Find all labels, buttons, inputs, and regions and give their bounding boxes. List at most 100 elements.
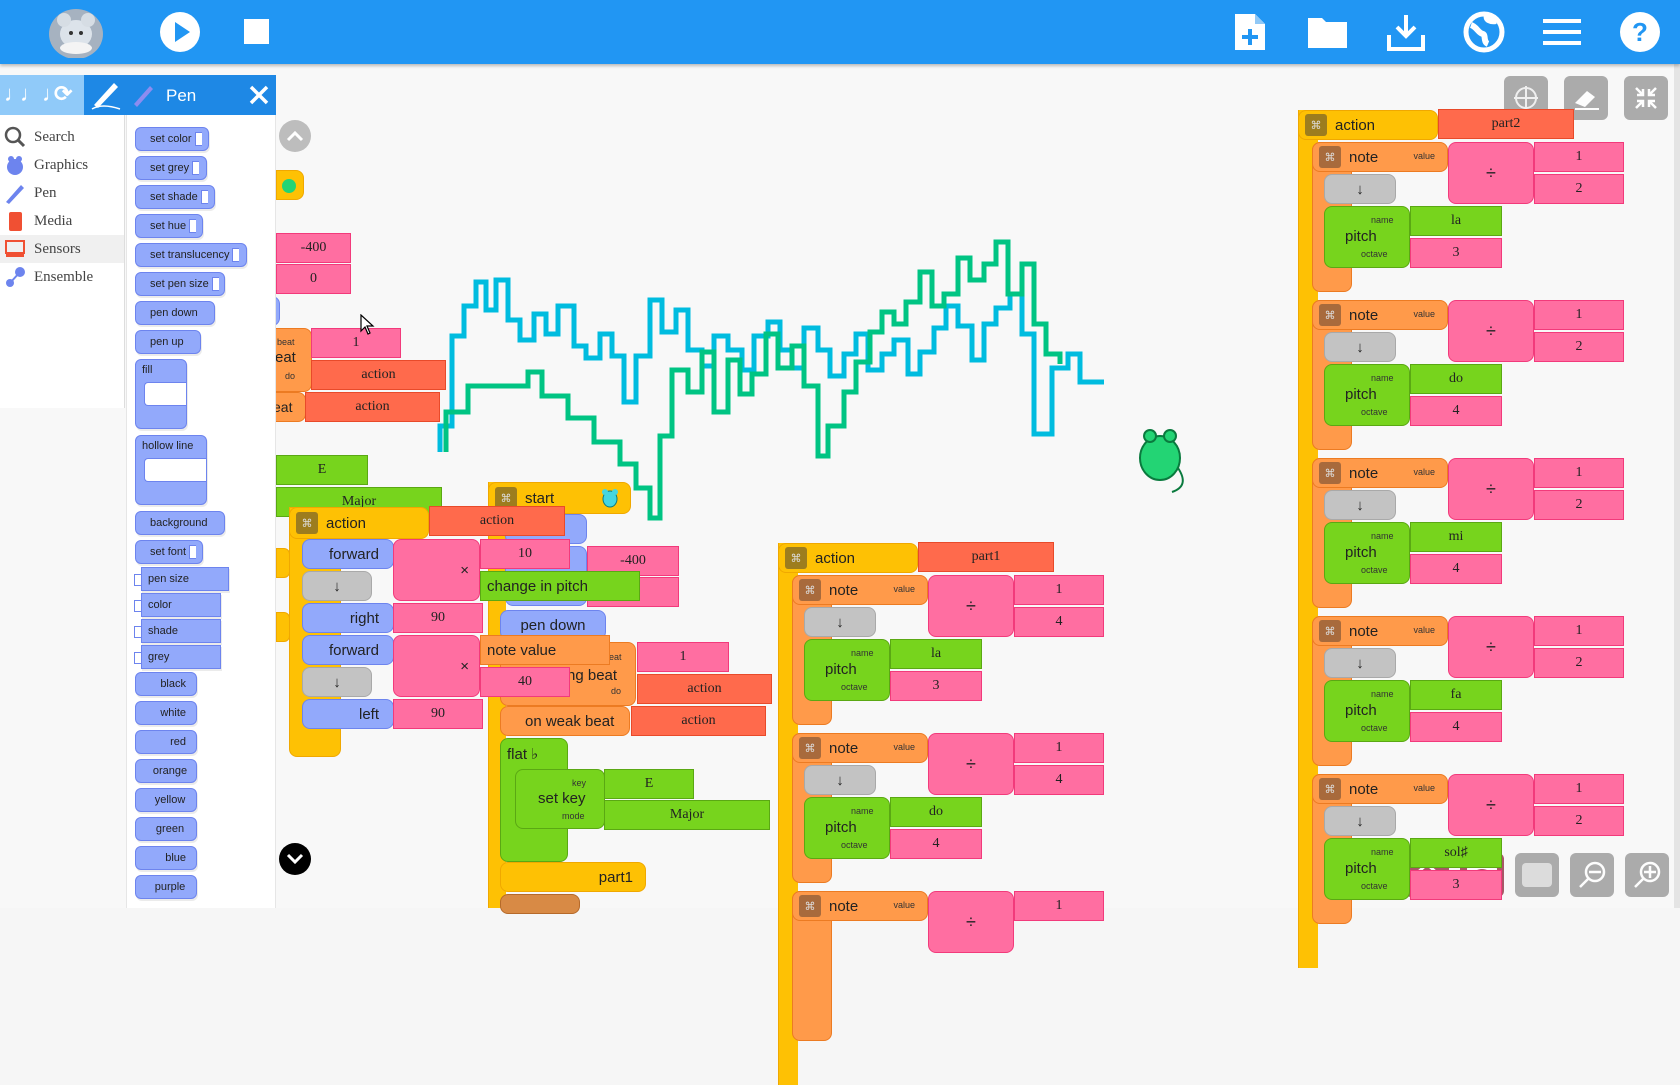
denominator-value[interactable]: 2 xyxy=(1534,806,1624,836)
collapse-icon[interactable]: ⌘ xyxy=(799,895,821,917)
action-name[interactable]: part1 xyxy=(918,542,1054,572)
set-key-block[interactable]: key set key mode xyxy=(515,769,605,829)
denominator-value[interactable]: 2 xyxy=(1534,174,1624,204)
octave-value[interactable]: 3 xyxy=(1410,238,1502,268)
octave-value[interactable]: 4 xyxy=(1410,712,1502,742)
action-name[interactable]: part2 xyxy=(1438,109,1574,139)
octave-value[interactable]: 3 xyxy=(890,671,982,701)
value-block[interactable]: 40 xyxy=(480,667,570,697)
numerator-value[interactable]: 1 xyxy=(1534,458,1624,488)
pitch-block[interactable]: name pitch octave xyxy=(1324,838,1410,900)
hidden-block[interactable]: ↓ xyxy=(302,571,372,601)
hidden-block[interactable]: ↓ xyxy=(804,607,876,637)
collapse-icon[interactable]: ⌘ xyxy=(296,512,318,534)
category-pen[interactable]: Pen xyxy=(0,179,124,207)
mouse-logo[interactable] xyxy=(48,4,104,60)
note-block[interactable]: ⌘ note value xyxy=(792,575,928,605)
collapse-icon[interactable]: ⌘ xyxy=(1319,304,1341,326)
palette-tab-art[interactable] xyxy=(84,75,126,115)
category-ensemble[interactable]: Ensemble xyxy=(0,263,124,291)
denominator-value[interactable]: 4 xyxy=(1014,765,1104,795)
value-block[interactable]: 90 xyxy=(393,603,483,633)
palette-block-set-color[interactable]: set color xyxy=(135,127,209,151)
action-block[interactable]: ⌘ action xyxy=(289,507,429,539)
octave-value[interactable]: 4 xyxy=(890,829,982,859)
note-block[interactable]: ⌘ note value xyxy=(792,891,928,921)
on-weak-beat-block[interactable]: on weak beat xyxy=(500,706,630,736)
hidden-block[interactable]: ↓ xyxy=(804,765,876,795)
palette-block-pen-down[interactable]: pen down xyxy=(135,301,215,325)
palette-block-set-pen-size[interactable]: set pen size xyxy=(135,272,225,296)
hidden-block[interactable]: ↓ xyxy=(1324,490,1396,520)
numerator-value[interactable]: 1 xyxy=(1534,142,1624,172)
palette-block-grey[interactable]: grey xyxy=(134,645,221,669)
palette-tab-music[interactable]: ♩ ♩♩ ⟳ xyxy=(0,75,84,115)
change-in-pitch-block[interactable]: change in pitch xyxy=(480,571,640,601)
collapse-icon[interactable]: ⌘ xyxy=(1305,114,1327,136)
pitch-block[interactable]: name pitch octave xyxy=(804,797,890,859)
category-sensors[interactable]: Sensors xyxy=(0,235,124,263)
divide-block[interactable]: ÷ xyxy=(928,891,1014,953)
palette-block-set-hue[interactable]: set hue xyxy=(135,214,203,238)
palette-block-background[interactable]: background xyxy=(135,511,225,535)
palette-block-red[interactable]: red xyxy=(135,730,197,754)
action-name[interactable]: action xyxy=(631,706,766,736)
note-value-block[interactable]: note value xyxy=(480,635,610,665)
collapse-icon[interactable]: ⌘ xyxy=(1319,620,1341,642)
palette-block-set-shade[interactable]: set shade xyxy=(135,185,215,209)
collapse-icon[interactable]: ⌘ xyxy=(1319,462,1341,484)
note-block[interactable]: ⌘ note value xyxy=(1312,142,1448,172)
pitch-block[interactable]: name pitch octave xyxy=(1324,364,1410,426)
on-weak-beat-block-partial[interactable]: eat xyxy=(272,392,306,422)
numerator-value[interactable]: 1 xyxy=(1534,774,1624,804)
collapse-icon[interactable]: ⌘ xyxy=(799,737,821,759)
do-action-block[interactable]: part1 xyxy=(500,862,646,892)
beat-value[interactable]: 1 xyxy=(311,328,401,358)
action-block[interactable]: ⌘ action xyxy=(1298,110,1438,140)
partial-start-block[interactable] xyxy=(276,170,304,200)
hidden-block[interactable]: ↓ xyxy=(1324,806,1396,836)
denominator-value[interactable]: 4 xyxy=(1014,607,1104,637)
pitch-name-value[interactable]: do xyxy=(890,797,982,827)
palette-block-shade[interactable]: shade xyxy=(134,619,221,643)
numerator-value[interactable]: 1 xyxy=(1014,891,1104,921)
pitch-name-value[interactable]: sol♯ xyxy=(1410,838,1502,868)
divide-block[interactable]: ÷ xyxy=(1448,458,1534,520)
palette-block-black[interactable]: black xyxy=(135,672,197,696)
menu-button[interactable] xyxy=(1538,8,1586,56)
pitch-block[interactable]: name pitch octave xyxy=(1324,680,1410,742)
action-name[interactable]: action xyxy=(305,392,440,422)
palette-block-fill[interactable]: fill xyxy=(135,359,187,429)
palette-block-pen-up[interactable]: pen up xyxy=(135,330,201,354)
denominator-value[interactable]: 2 xyxy=(1534,648,1624,678)
note-block[interactable]: ⌘ note value xyxy=(792,733,928,763)
divide-block[interactable]: ÷ xyxy=(1448,300,1534,362)
collapse-icon[interactable]: ⌘ xyxy=(1319,146,1341,168)
new-project-button[interactable] xyxy=(1226,8,1274,56)
divide-block[interactable]: ÷ xyxy=(928,575,1014,637)
palette-block-yellow[interactable]: yellow xyxy=(135,788,197,812)
note-block[interactable]: ⌘ note value xyxy=(1312,458,1448,488)
value-block[interactable]: 10 xyxy=(480,539,570,569)
multiply-block[interactable]: × xyxy=(393,635,480,697)
value-block[interactable]: 90 xyxy=(393,699,483,729)
pitch-block[interactable]: name pitch octave xyxy=(1324,522,1410,584)
category-media[interactable]: Media xyxy=(0,207,124,235)
divide-block[interactable]: ÷ xyxy=(928,733,1014,795)
multiply-block[interactable]: × xyxy=(393,539,480,601)
category-search[interactable]: Search xyxy=(0,123,124,151)
denominator-value[interactable]: 2 xyxy=(1534,332,1624,362)
octave-value[interactable]: 4 xyxy=(1410,554,1502,584)
collapse-icon[interactable]: ⌘ xyxy=(1319,778,1341,800)
hidden-block[interactable]: ↓ xyxy=(1324,174,1396,204)
forward-block[interactable]: forward xyxy=(302,635,394,665)
octave-value[interactable]: 3 xyxy=(1410,870,1502,900)
palette-block-blue[interactable]: blue xyxy=(135,846,197,870)
close-icon[interactable] xyxy=(248,84,270,106)
hidden-block[interactable]: ↓ xyxy=(1324,648,1396,678)
divide-block[interactable]: ÷ xyxy=(1448,616,1534,678)
beat-value[interactable]: 1 xyxy=(637,642,729,672)
divide-block[interactable]: ÷ xyxy=(1448,774,1534,836)
numerator-value[interactable]: 1 xyxy=(1014,733,1104,763)
planet-button[interactable] xyxy=(1460,8,1508,56)
